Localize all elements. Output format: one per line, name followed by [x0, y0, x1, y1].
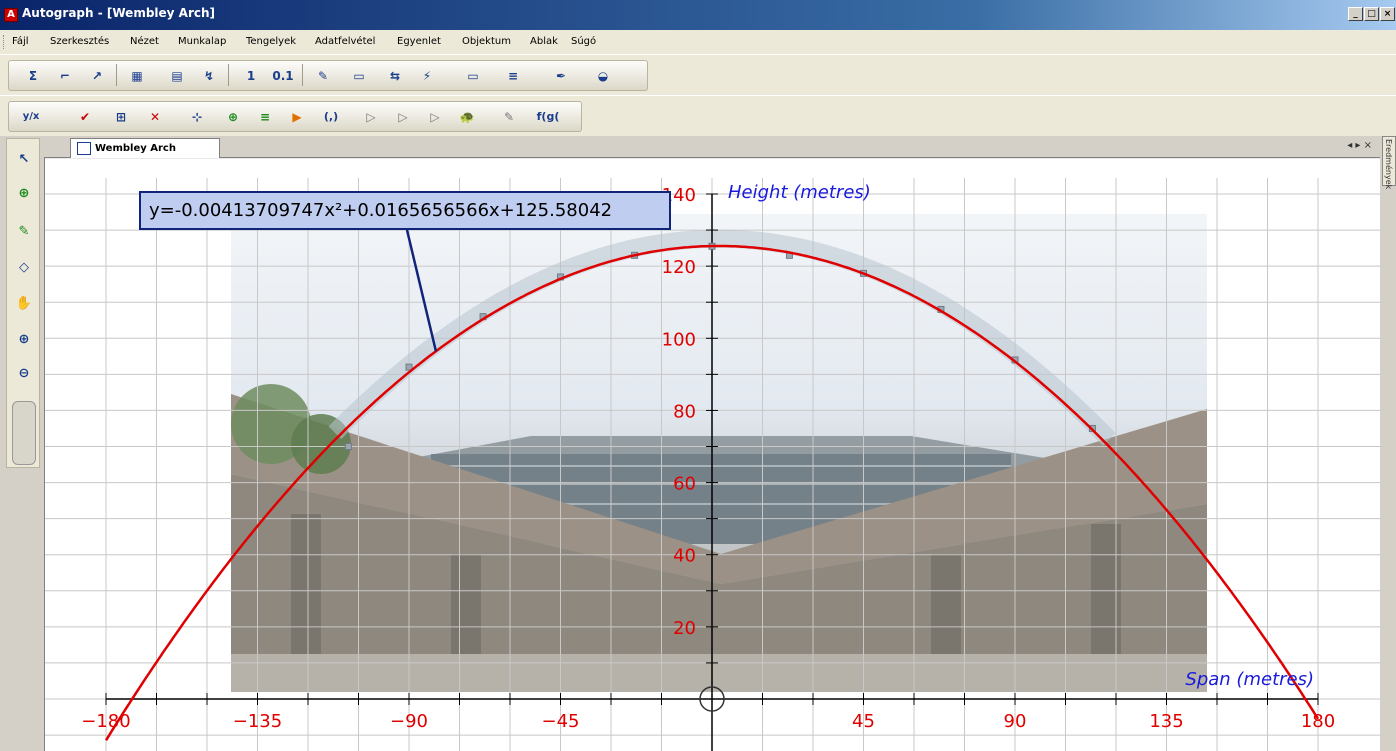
y-tick-label: 40: [673, 546, 696, 567]
menu-object[interactable]: Objektum: [462, 36, 511, 47]
window-title: Autograph - [Wembley Arch]: [22, 6, 216, 20]
keypad-panel[interactable]: [12, 401, 36, 465]
coarse-step-button[interactable]: 1: [238, 63, 264, 88]
animate-button[interactable]: ⚡: [414, 63, 440, 88]
menu-bar: Fájl Szerkesztés Nézet Munkalap Tengelye…: [0, 30, 1396, 54]
object-toolbar: y/x ✔ ⊞ ✕ ⊹ ⊕ ≡ ▶ (,) ▷ ▷ ▷ 🐢 ✎ f(g(: [0, 95, 1396, 136]
slider-button[interactable]: ⇆: [382, 63, 408, 88]
x-tick-label: 90: [1004, 711, 1027, 732]
tick-labels: −180 −135 −90 −45 45 90 135 1802040608010012014…: [81, 185, 1335, 732]
new-3d-page-button[interactable]: ↗: [84, 63, 110, 88]
menu-file[interactable]: Fájl: [12, 36, 29, 47]
menu-edit[interactable]: Szerkesztés: [50, 36, 109, 47]
place-point-icon[interactable]: ⊕: [12, 181, 36, 205]
transform-b-button[interactable]: ▷: [390, 104, 416, 129]
y-tick-label: 80: [673, 401, 696, 422]
x-tick-label: 135: [1149, 711, 1183, 732]
graph-view-button[interactable]: ▤: [164, 63, 190, 88]
tab-wembley-arch[interactable]: Wembley Arch: [70, 138, 220, 158]
main-toolbar: Σ ⌐ ↗ ▦ ▤ ↯ 1 0.1 ✎ ▭ ⇆ ⚡ ▭ ≡ ✒ ◒: [0, 54, 1396, 95]
results-side-panel[interactable]: Eredmények: [1382, 136, 1396, 190]
fill-color-button[interactable]: ◒: [590, 63, 616, 88]
autograph-app-icon[interactable]: A: [4, 8, 18, 22]
y-tick-label: 120: [662, 257, 696, 278]
menu-grip: [3, 35, 6, 49]
y-axis-label: Height (metres): [728, 182, 871, 203]
close-button[interactable]: ×: [1380, 7, 1395, 21]
table-button[interactable]: ▦: [124, 63, 150, 88]
function-composition-button[interactable]: f(g(: [528, 104, 568, 129]
x-tick-label: −90: [390, 711, 428, 732]
axes: [105, 193, 1319, 751]
menu-view[interactable]: Nézet: [130, 36, 159, 47]
fine-step-button[interactable]: 0.1: [270, 63, 296, 88]
line-style-button[interactable]: ≡: [500, 63, 526, 88]
menu-data[interactable]: Adatfelvétel: [315, 36, 375, 47]
text-box-button[interactable]: ▭: [346, 63, 372, 88]
transform-a-button[interactable]: ▷: [358, 104, 384, 129]
axes-dropdown-button[interactable]: y/x: [18, 104, 44, 129]
graph-page-icon: [77, 142, 91, 155]
minimize-button[interactable]: _: [1348, 7, 1363, 21]
y-tick-label: 20: [673, 618, 696, 639]
x-tick-label: 45: [852, 711, 875, 732]
y-tick-label: 60: [673, 474, 696, 495]
x-tick-label: 180: [1301, 711, 1335, 732]
coordinates-button[interactable]: (,): [318, 104, 344, 129]
data-point: [344, 443, 352, 450]
equation-pointer-line: [405, 229, 438, 352]
select-arrow-icon[interactable]: ↖: [12, 147, 36, 171]
results-panel-label: Eredmények: [1384, 139, 1393, 190]
graph-canvas[interactable]: −180 −135 −90 −45 45 90 135 1802040608010012014…: [45, 158, 1381, 751]
add-vector-button[interactable]: ▶: [284, 104, 310, 129]
delete-button[interactable]: ✕: [142, 104, 168, 129]
graph-page[interactable]: −180 −135 −90 −45 45 90 135 180 20 40 60 80 100 120 14…: [44, 158, 1381, 751]
x-axis-label: Span (metres): [1185, 669, 1314, 690]
add-equation-button[interactable]: ≡: [252, 104, 278, 129]
menu-window[interactable]: Ablak: [530, 36, 558, 47]
menu-help[interactable]: Súgó: [571, 36, 596, 47]
turtle-icon[interactable]: 🐢: [454, 104, 480, 129]
title-bar: A Autograph - [Wembley Arch] _ □ ×: [0, 0, 1396, 30]
crosshair-button[interactable]: ⊹: [184, 104, 210, 129]
y-tick-label: 100: [662, 329, 696, 350]
x-tick-label: −135: [233, 711, 282, 732]
document-tab-bar: Wembley Arch ◂ ▸ ×: [44, 136, 1380, 158]
tab-label: Wembley Arch: [95, 143, 176, 154]
restore-button[interactable]: □: [1364, 7, 1379, 21]
zoom-in-icon[interactable]: ⊕: [12, 327, 36, 351]
eraser-icon[interactable]: ◇: [12, 255, 36, 279]
left-toolbar: ↖ ⊕ ✎ ◇ ✋ ⊕ ⊖: [6, 138, 40, 468]
new-statistics-page-button[interactable]: Σ: [20, 63, 46, 88]
menu-equation[interactable]: Egyenlet: [397, 36, 441, 47]
pencil-icon[interactable]: ✎: [12, 219, 36, 243]
x-tick-label: −45: [542, 711, 580, 732]
curve-tool-button[interactable]: ✎: [496, 104, 522, 129]
grid-toggle-button[interactable]: ⊞: [108, 104, 134, 129]
data-points: [344, 242, 1096, 450]
toolbar-separator: [116, 64, 117, 86]
edit-draw-button[interactable]: ✎: [310, 63, 336, 88]
equation-label-box[interactable]: y=-0.00413709747x²+0.0165656566x+125.580…: [139, 191, 671, 230]
add-point-button[interactable]: ⊕: [220, 104, 246, 129]
menu-worksheet[interactable]: Munkalap: [178, 36, 226, 47]
toolbar-separator: [302, 64, 303, 86]
data-view-button[interactable]: ↯: [196, 63, 222, 88]
tab-navigation-controls[interactable]: ◂ ▸ ×: [1347, 140, 1372, 151]
transform-c-button[interactable]: ▷: [422, 104, 448, 129]
hand-drag-icon[interactable]: ✋: [12, 291, 36, 315]
zoom-out-icon[interactable]: ⊖: [12, 361, 36, 385]
select-all-button[interactable]: ✔: [72, 104, 98, 129]
new-2d-page-button[interactable]: ⌐: [52, 63, 78, 88]
pen-color-button[interactable]: ✒: [548, 63, 574, 88]
whiteboard-button[interactable]: ▭: [460, 63, 486, 88]
toolbar-separator: [228, 64, 229, 86]
menu-axes[interactable]: Tengelyek: [246, 36, 296, 47]
